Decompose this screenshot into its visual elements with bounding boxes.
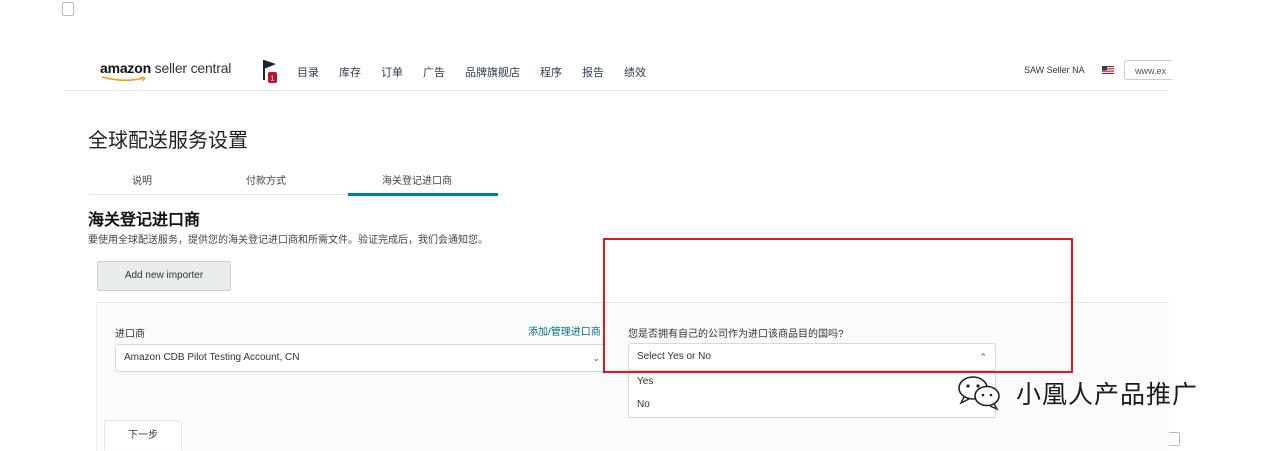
main-nav-menu: 目录 库存 订单 广告 品牌旗舰店 程序 报告 绩效 [297,64,666,80]
importer-select[interactable]: Amazon CDB Pilot Testing Account, CN ⌄ [115,344,605,372]
language-selector[interactable]: www.ex [1124,60,1172,80]
amazon-seller-central-logo[interactable]: amazon seller central [100,60,231,76]
bookmark-flag-icon[interactable]: 1 [262,58,280,84]
nav-item-stores[interactable]: 品牌旗舰店 [465,64,520,80]
account-name[interactable]: SAW Seller NA [1024,65,1085,75]
corner-marker-bottom-right [1168,432,1180,446]
tab-bar: 说明 付款方式 海关登记进口商 [90,164,502,196]
next-step-button[interactable]: 下一步 [104,420,182,450]
top-navigation-bar: amazon seller central 1 目录 库存 订单 广告 品牌旗舰… [64,52,1172,91]
page-title: 全球配送服务设置 [88,130,248,152]
nav-item-performance[interactable]: 绩效 [624,64,646,80]
amazon-smile-icon [101,76,146,82]
active-tab-indicator [348,193,498,196]
nav-item-reports[interactable]: 报告 [582,64,604,80]
yes-no-dropdown-menu: Yes No [628,372,996,418]
manage-importers-link[interactable]: 添加/管理进口商 [528,323,601,338]
nav-item-orders[interactable]: 订单 [381,64,403,80]
importer-label: 进口商 [115,329,145,340]
us-flag-icon [1102,66,1114,74]
wechat-watermark-icon [958,376,1000,411]
tab-payment-method[interactable]: 付款方式 [246,172,286,187]
dropdown-option-no[interactable]: No [637,399,650,410]
add-new-importer-button[interactable]: Add new importer [97,261,231,291]
nav-item-programs[interactable]: 程序 [540,64,562,80]
svg-text:1: 1 [271,76,275,83]
highlight-annotation-box [603,238,1073,373]
dropdown-option-yes[interactable]: Yes [637,376,653,387]
section-description: 要使用全球配送服务，提供您的海关登记进口商和所需文件。验证完成后，我们会通知您。 [88,235,488,246]
tab-customs-importer[interactable]: 海关登记进口商 [382,172,452,187]
nav-item-catalog[interactable]: 目录 [297,64,319,80]
section-title: 海关登记进口商 [88,212,201,229]
nav-item-inventory[interactable]: 库存 [339,64,361,80]
chevron-down-icon: ⌄ [592,353,600,363]
importer-select-value: Amazon CDB Pilot Testing Account, CN [124,352,300,363]
watermark-text: 小凰人产品推广 [1016,381,1199,409]
tab-instructions[interactable]: 说明 [132,172,152,187]
nav-item-advertising[interactable]: 广告 [423,64,445,80]
corner-marker-top-left [62,2,74,16]
